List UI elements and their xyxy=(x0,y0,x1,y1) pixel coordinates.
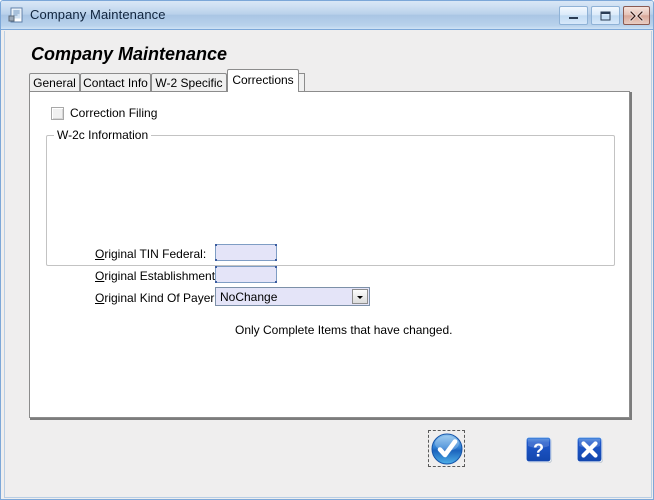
help-button[interactable]: ? xyxy=(523,434,555,466)
original-kind-of-payer-value: NoChange xyxy=(220,290,278,304)
tab-strip-filler xyxy=(299,73,305,92)
document-window-icon xyxy=(8,7,25,24)
application-window: Company Maintenance Company Maintenance … xyxy=(0,0,654,500)
original-establishment-input[interactable] xyxy=(215,266,277,283)
tab-w2-specific[interactable]: W-2 Specific xyxy=(151,73,227,92)
cancel-button[interactable] xyxy=(574,434,606,466)
handle-tl xyxy=(215,244,217,246)
tab-corrections[interactable]: Corrections xyxy=(227,69,299,92)
maximize-icon[interactable] xyxy=(591,6,620,25)
page-title: Company Maintenance xyxy=(31,44,228,64)
original-kind-of-payer-select[interactable]: NoChange xyxy=(215,287,370,306)
w2c-information-groupbox-title: W-2c Information xyxy=(54,128,152,142)
blue-check-icon xyxy=(431,433,463,465)
accel-key: O xyxy=(95,291,105,305)
label-text: riginal Establishment: xyxy=(104,269,219,283)
corrections-panel: Correction Filing W-2c Information Origi… xyxy=(29,91,630,418)
correction-filing-label: Correction Filing xyxy=(70,106,158,120)
title-bar[interactable]: Company Maintenance xyxy=(1,1,653,30)
chevron-down-icon[interactable] xyxy=(352,289,368,304)
original-tin-federal-input[interactable] xyxy=(215,244,277,261)
ok-button[interactable] xyxy=(428,430,465,467)
handle-tl xyxy=(215,266,217,268)
correction-filing-checkbox[interactable] xyxy=(51,107,64,120)
panel-shadow-right xyxy=(630,92,632,420)
label-text: riginal TIN Federal: xyxy=(104,247,207,261)
svg-text:?: ? xyxy=(533,441,544,461)
w2c-note: Only Complete Items that have changed. xyxy=(235,323,453,337)
close-icon[interactable] xyxy=(623,6,650,25)
handle-br xyxy=(275,259,277,261)
tab-strip: General Contact Info W-2 Specific Correc… xyxy=(29,69,630,92)
window-title: Company Maintenance xyxy=(30,7,166,22)
original-kind-of-payer-label: Original Kind Of Payer: xyxy=(95,291,218,305)
accel-key: O xyxy=(95,269,105,283)
handle-tr xyxy=(275,244,277,246)
tab-general[interactable]: General xyxy=(29,73,80,92)
original-tin-federal-label: Original TIN Federal: xyxy=(95,247,206,261)
original-establishment-label: Original Establishment: xyxy=(95,269,218,283)
handle-br xyxy=(275,281,277,283)
accel-key: O xyxy=(95,247,105,261)
handle-tr xyxy=(275,266,277,268)
minimize-icon[interactable] xyxy=(559,6,588,25)
handle-bl xyxy=(215,281,217,283)
tab-contact-info[interactable]: Contact Info xyxy=(80,73,151,92)
handle-bl xyxy=(215,259,217,261)
panel-shadow-bottom xyxy=(30,418,631,420)
label-text: riginal Kind Of Payer: xyxy=(104,291,218,305)
